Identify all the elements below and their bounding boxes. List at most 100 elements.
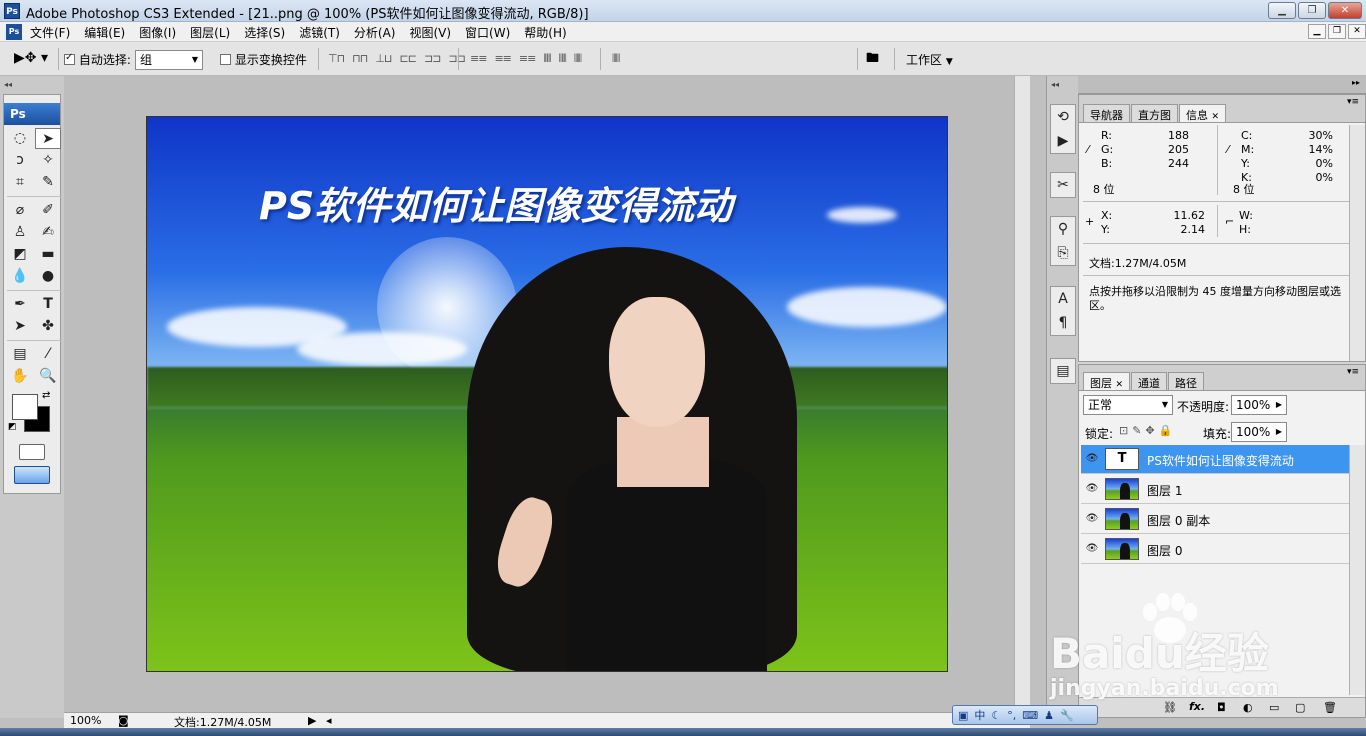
collapse-arrows-icon[interactable]: ◂◂ xyxy=(1051,80,1059,89)
menu-edit[interactable]: 编辑(E) xyxy=(84,24,125,41)
eyedropper-icon[interactable]: ⁄ xyxy=(1087,143,1089,156)
pen-tool-icon[interactable]: ✒ xyxy=(7,294,33,315)
path-selection-tool-icon[interactable]: ➤ xyxy=(7,316,33,337)
layer-row[interactable]: 👁 图层 0 副本 xyxy=(1081,505,1349,534)
auto-select-checkbox[interactable] xyxy=(64,52,75,65)
hand-tool-icon[interactable]: ✋ xyxy=(7,366,33,387)
menu-analysis[interactable]: 分析(A) xyxy=(354,24,396,41)
lock-icons[interactable]: ⊡✎✥🔒 xyxy=(1119,424,1176,437)
menu-filter[interactable]: 滤镜(T) xyxy=(299,24,340,41)
status-icon[interactable]: ◙ xyxy=(118,714,129,727)
menu-select[interactable]: 选择(S) xyxy=(244,24,285,41)
layer-row[interactable]: 👁 T PS软件如何让图像变得流动 xyxy=(1081,445,1349,474)
trash-icon[interactable]: 🗑 xyxy=(1323,701,1337,714)
blend-mode-dropdown[interactable]: 正常 ▼ xyxy=(1083,395,1173,415)
tab-navigator[interactable]: 导航器 xyxy=(1083,104,1130,122)
link-layers-icon[interactable]: ⛓ xyxy=(1163,701,1177,714)
character-panel-icon[interactable]: A xyxy=(1051,287,1075,311)
adjustment-layer-icon[interactable]: ◐ xyxy=(1243,701,1253,714)
menu-window[interactable]: 窗口(W) xyxy=(465,24,510,41)
gradient-tool-icon[interactable]: ▬ xyxy=(35,244,61,265)
distribute-left-icon[interactable]: ⫴⫴ xyxy=(543,52,551,66)
distribute-right-icon[interactable]: ⫴⫴ xyxy=(574,52,582,66)
auto-select-dropdown[interactable]: 组 ▼ xyxy=(135,50,203,70)
eyedropper-tool-icon[interactable]: ⁄ xyxy=(35,344,61,365)
tab-paths[interactable]: 路径 xyxy=(1168,372,1205,390)
actions-panel-icon[interactable]: ▶ xyxy=(1051,129,1075,153)
ime-logo-icon[interactable]: ▣ xyxy=(958,709,968,722)
foreground-color-swatch[interactable] xyxy=(12,394,38,420)
menu-image[interactable]: 图像(I) xyxy=(139,24,176,41)
punctuation-icon[interactable]: °, xyxy=(1007,709,1016,722)
chevron-right-icon[interactable]: ▶ xyxy=(1276,396,1282,414)
screen-mode-button[interactable] xyxy=(14,466,50,484)
menu-help[interactable]: 帮助(H) xyxy=(524,24,566,41)
move-tool-preset-icon[interactable]: ▶✥ ▾ xyxy=(14,50,48,66)
scroll-left-icon[interactable]: ◂ xyxy=(326,714,332,727)
close-icon[interactable]: ✕ xyxy=(1212,112,1220,122)
history-brush-tool-icon[interactable]: ✍ xyxy=(35,222,61,243)
eye-icon[interactable]: 👁 xyxy=(1085,483,1099,495)
dodge-tool-icon[interactable]: ● xyxy=(35,266,61,287)
marquee-tool-icon[interactable]: ◌ xyxy=(7,128,33,149)
crop-tool-icon[interactable]: ⌗ xyxy=(7,172,33,193)
paragraph-panel-icon[interactable]: ¶ xyxy=(1051,311,1075,335)
menu-file[interactable]: 文件(F) xyxy=(30,24,70,41)
distribute-hcenter-icon[interactable]: ⫴⫴ xyxy=(559,52,567,66)
new-group-icon[interactable]: ▭ xyxy=(1269,701,1279,714)
file-browser-icon[interactable]: 🖿 xyxy=(866,49,879,71)
ime-language[interactable]: 中 xyxy=(974,707,985,723)
notes-tool-icon[interactable]: ▤ xyxy=(7,344,33,365)
brushes-panel-icon[interactable]: ⚲ xyxy=(1051,217,1075,241)
doc-minimize-button[interactable]: ▁ xyxy=(1308,24,1326,39)
slice-tool-icon[interactable]: ✎ xyxy=(35,172,61,193)
add-mask-icon[interactable]: ◘ xyxy=(1217,701,1226,714)
moon-icon[interactable]: ☾ xyxy=(991,709,1001,722)
minimize-button[interactable]: ▁ xyxy=(1268,2,1296,19)
opacity-input[interactable]: 100% ▶ xyxy=(1231,395,1287,415)
align-hcenter-icon[interactable]: ⊐⊐ xyxy=(424,52,441,65)
doc-restore-button[interactable]: ❐ xyxy=(1328,24,1346,39)
keyboard-icon[interactable]: ⌨ xyxy=(1022,709,1038,722)
panel-menu-icon[interactable]: ▾≡ xyxy=(1347,367,1359,377)
doc-close-button[interactable]: ✕ xyxy=(1348,24,1366,39)
magic-wand-tool-icon[interactable]: ✧ xyxy=(35,150,61,171)
zoom-tool-icon[interactable]: 🔍 xyxy=(35,366,61,387)
eraser-tool-icon[interactable]: ◩ xyxy=(7,244,33,265)
info-scrollbar[interactable] xyxy=(1349,125,1365,361)
app-menu-icon[interactable]: Ps xyxy=(6,24,22,40)
align-bottom-icon[interactable]: ⊥⊔ xyxy=(375,52,392,65)
distribute-top-icon[interactable]: ≡≡ xyxy=(470,52,487,66)
layer-comps-icon[interactable]: ▤ xyxy=(1051,359,1075,383)
chevron-right-icon[interactable]: ▶ xyxy=(1276,423,1282,441)
new-layer-icon[interactable]: ▢ xyxy=(1295,701,1305,714)
eye-icon[interactable]: 👁 xyxy=(1085,453,1099,465)
brush-tool-icon[interactable]: ✐ xyxy=(35,200,61,221)
auto-align-icon[interactable]: ⫴⫴ xyxy=(612,52,620,66)
collapse-arrows-icon[interactable]: ◂◂ xyxy=(4,80,12,89)
align-left-icon[interactable]: ⊏⊏ xyxy=(400,52,417,65)
blur-tool-icon[interactable]: 💧 xyxy=(7,266,33,287)
custom-shape-tool-icon[interactable]: ✤ xyxy=(35,316,61,337)
layer-style-button[interactable]: fx. xyxy=(1189,700,1205,713)
tab-channels[interactable]: 通道 xyxy=(1131,372,1168,390)
tab-info[interactable]: 信息 ✕ xyxy=(1179,104,1227,122)
show-transform-checkbox[interactable] xyxy=(220,54,231,65)
eye-icon[interactable]: 👁 xyxy=(1085,513,1099,525)
lasso-tool-icon[interactable]: ↄ xyxy=(7,150,33,171)
layer-row[interactable]: 👁 图层 0 xyxy=(1081,535,1349,564)
clone-stamp-tool-icon[interactable]: ♙ xyxy=(7,222,33,243)
align-top-icon[interactable]: ⊤⊓ xyxy=(328,52,345,65)
tab-layers[interactable]: 图层 ✕ xyxy=(1083,372,1131,390)
align-right-icon[interactable]: ⊐⊐ xyxy=(448,52,465,65)
show-transform-option[interactable]: 显示变换控件 xyxy=(220,51,307,68)
auto-select-option[interactable]: 自动选择: xyxy=(64,51,131,68)
close-icon[interactable]: ✕ xyxy=(1116,380,1124,390)
swap-colors-icon[interactable]: ⇄ xyxy=(42,390,50,401)
user-icon[interactable]: ♟ xyxy=(1044,709,1054,722)
eyedropper-icon[interactable]: ⁄ xyxy=(1227,143,1229,156)
wrench-icon[interactable]: 🔧 xyxy=(1060,709,1074,722)
layers-scrollbar[interactable] xyxy=(1349,445,1365,695)
menu-layer[interactable]: 图层(L) xyxy=(190,24,230,41)
maximize-button[interactable]: ❐ xyxy=(1298,2,1326,19)
